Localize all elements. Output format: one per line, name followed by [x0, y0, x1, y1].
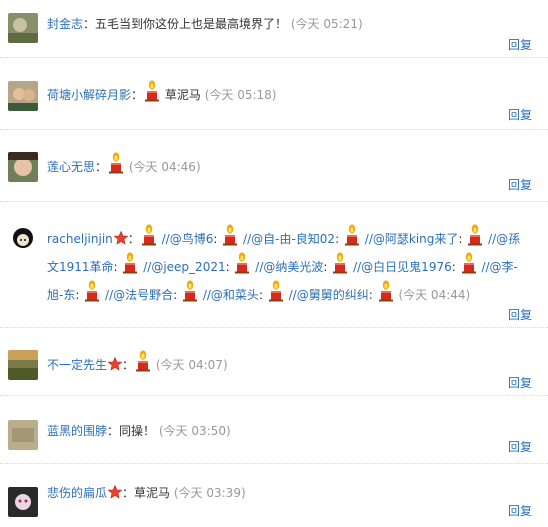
comment-username[interactable]: 莲心无思 — [47, 160, 95, 174]
comment-time: (今天 04:44) — [398, 288, 471, 302]
mention-separator: : — [213, 232, 218, 246]
mention-link[interactable]: //@纳美光波 — [255, 260, 323, 274]
separator: ： — [107, 424, 120, 438]
mention-link[interactable]: //@和菜头 — [203, 288, 259, 302]
avatar[interactable] — [8, 13, 38, 43]
separator: ： — [95, 160, 108, 174]
candle-emoticon-icon — [467, 224, 483, 246]
comment-time: (今天 04:46) — [128, 160, 201, 174]
comment-time: (今天 03:50) — [158, 424, 231, 438]
comment-item: 蓝黑的围脖：同操！ (今天 03:50) 回复 — [0, 396, 548, 464]
comment-body: 封金志：五毛当到你这份上也是最高境界了！ (今天 05:21) — [47, 11, 527, 37]
mention-link[interactable]: //@jeep_2021 — [143, 260, 225, 274]
comment-username[interactable]: racheljinjin — [47, 232, 113, 246]
mention-link[interactable]: //@法号野合 — [105, 288, 173, 302]
separator: ： — [122, 486, 135, 500]
separator: ： — [122, 358, 135, 372]
separator: ： — [127, 232, 140, 246]
mention-separator: : — [335, 232, 340, 246]
comment-username[interactable]: 荷塘小解碎月影 — [47, 88, 131, 102]
reply-button[interactable]: 回复 — [508, 502, 532, 519]
comment-item: 莲心无思： (今天 04:46) 回复 — [0, 130, 548, 202]
verified-star-icon — [108, 357, 122, 371]
mention-separator: : — [173, 288, 178, 302]
candle-emoticon-icon — [141, 224, 157, 246]
comment-username[interactable]: 不一定先生 — [47, 358, 107, 372]
mention-link[interactable]: //@鸟博6 — [162, 232, 214, 246]
avatar-image — [8, 152, 38, 182]
avatar[interactable] — [8, 224, 38, 254]
mention-separator: : — [113, 260, 118, 274]
reply-button[interactable]: 回复 — [508, 438, 532, 455]
mention-separator: : — [75, 288, 80, 302]
comment-time: (今天 05:18) — [204, 88, 277, 102]
candle-emoticon-icon — [108, 152, 124, 174]
comment-time: (今天 04:07) — [155, 358, 228, 372]
avatar-image — [8, 487, 38, 517]
comment-body: 莲心无思： (今天 04:46) — [47, 152, 527, 180]
candle-emoticon-icon — [122, 252, 138, 274]
candle-emoticon-icon — [344, 224, 360, 246]
avatar-image — [8, 420, 38, 450]
mention-separator: : — [225, 260, 230, 274]
comment-item: 封金志：五毛当到你这份上也是最高境界了！ (今天 05:21) 回复 — [0, 0, 548, 58]
comment-username[interactable]: 封金志 — [47, 17, 83, 31]
comment-body: 荷塘小解碎月影： 草泥马 (今天 05:18) — [47, 80, 527, 108]
mention-link[interactable]: //@阿瑟king来了 — [365, 232, 459, 246]
candle-emoticon-icon — [461, 252, 477, 274]
candle-emoticon-icon — [268, 280, 284, 302]
comment-body: 蓝黑的围脖：同操！ (今天 03:50) — [47, 418, 527, 444]
reply-button[interactable]: 回复 — [508, 306, 532, 323]
candle-emoticon-icon — [84, 280, 100, 302]
avatar-image — [8, 350, 38, 380]
mention-link[interactable]: //@舅舅的纠纠 — [289, 288, 369, 302]
verified-star-icon — [108, 485, 122, 499]
comment-body: racheljinjin ： //@鸟博6: //@自-由-良知02: //@阿瑟… — [47, 224, 522, 308]
separator: ： — [131, 88, 144, 102]
candle-emoticon-icon — [234, 252, 250, 274]
candle-emoticon-icon — [144, 80, 160, 102]
comment-text: 草泥马 — [164, 88, 201, 102]
comment-text: 五毛当到你这份上也是最高境界了！ — [95, 17, 288, 31]
comment-item: 荷塘小解碎月影： 草泥马 (今天 05:18) 回复 — [0, 58, 548, 130]
mention-separator: : — [323, 260, 328, 274]
comment-text: 同操！ — [119, 424, 156, 438]
avatar[interactable] — [8, 487, 38, 517]
comment-body: 不一定先生 ： (今天 04:07) — [47, 350, 527, 378]
comment-item: 悲伤的扁瓜 ：草泥马 (今天 03:39) 回复 — [0, 464, 548, 527]
mention-separator: : — [451, 260, 456, 274]
candle-emoticon-icon — [332, 252, 348, 274]
avatar-image — [8, 81, 38, 111]
candle-emoticon-icon — [182, 280, 198, 302]
comment-text: 草泥马 — [134, 486, 171, 500]
mention-link[interactable]: //@白日见鬼1976 — [353, 260, 452, 274]
comment-time: (今天 03:39) — [173, 486, 246, 500]
avatar[interactable] — [8, 420, 38, 450]
mention-separator: : — [458, 232, 463, 246]
avatar-image — [8, 224, 38, 254]
comment-username[interactable]: 悲伤的扁瓜 — [47, 486, 107, 500]
mention-link[interactable]: //@自-由-良知02 — [243, 232, 335, 246]
avatar-image — [8, 13, 38, 43]
avatar[interactable] — [8, 81, 38, 111]
avatar[interactable] — [8, 350, 38, 380]
separator: ： — [83, 17, 96, 31]
avatar[interactable] — [8, 152, 38, 182]
candle-emoticon-icon — [135, 350, 151, 372]
reply-button[interactable]: 回复 — [508, 106, 532, 123]
reply-button[interactable]: 回复 — [508, 36, 532, 53]
verified-star-icon — [114, 231, 128, 245]
mention-separator: : — [258, 288, 263, 302]
reply-button[interactable]: 回复 — [508, 374, 532, 391]
comment-time: (今天 05:21) — [290, 17, 363, 31]
candle-emoticon-icon — [222, 224, 238, 246]
comment-item: 不一定先生 ： (今天 04:07) 回复 — [0, 328, 548, 396]
mention-separator: : — [368, 288, 373, 302]
comment-body: 悲伤的扁瓜 ：草泥马 (今天 03:39) — [47, 480, 527, 506]
comment-item: racheljinjin ： //@鸟博6: //@自-由-良知02: //@阿瑟… — [0, 202, 548, 328]
comment-username[interactable]: 蓝黑的围脖 — [47, 424, 107, 438]
candle-emoticon-icon — [378, 280, 394, 302]
reply-button[interactable]: 回复 — [508, 176, 532, 193]
